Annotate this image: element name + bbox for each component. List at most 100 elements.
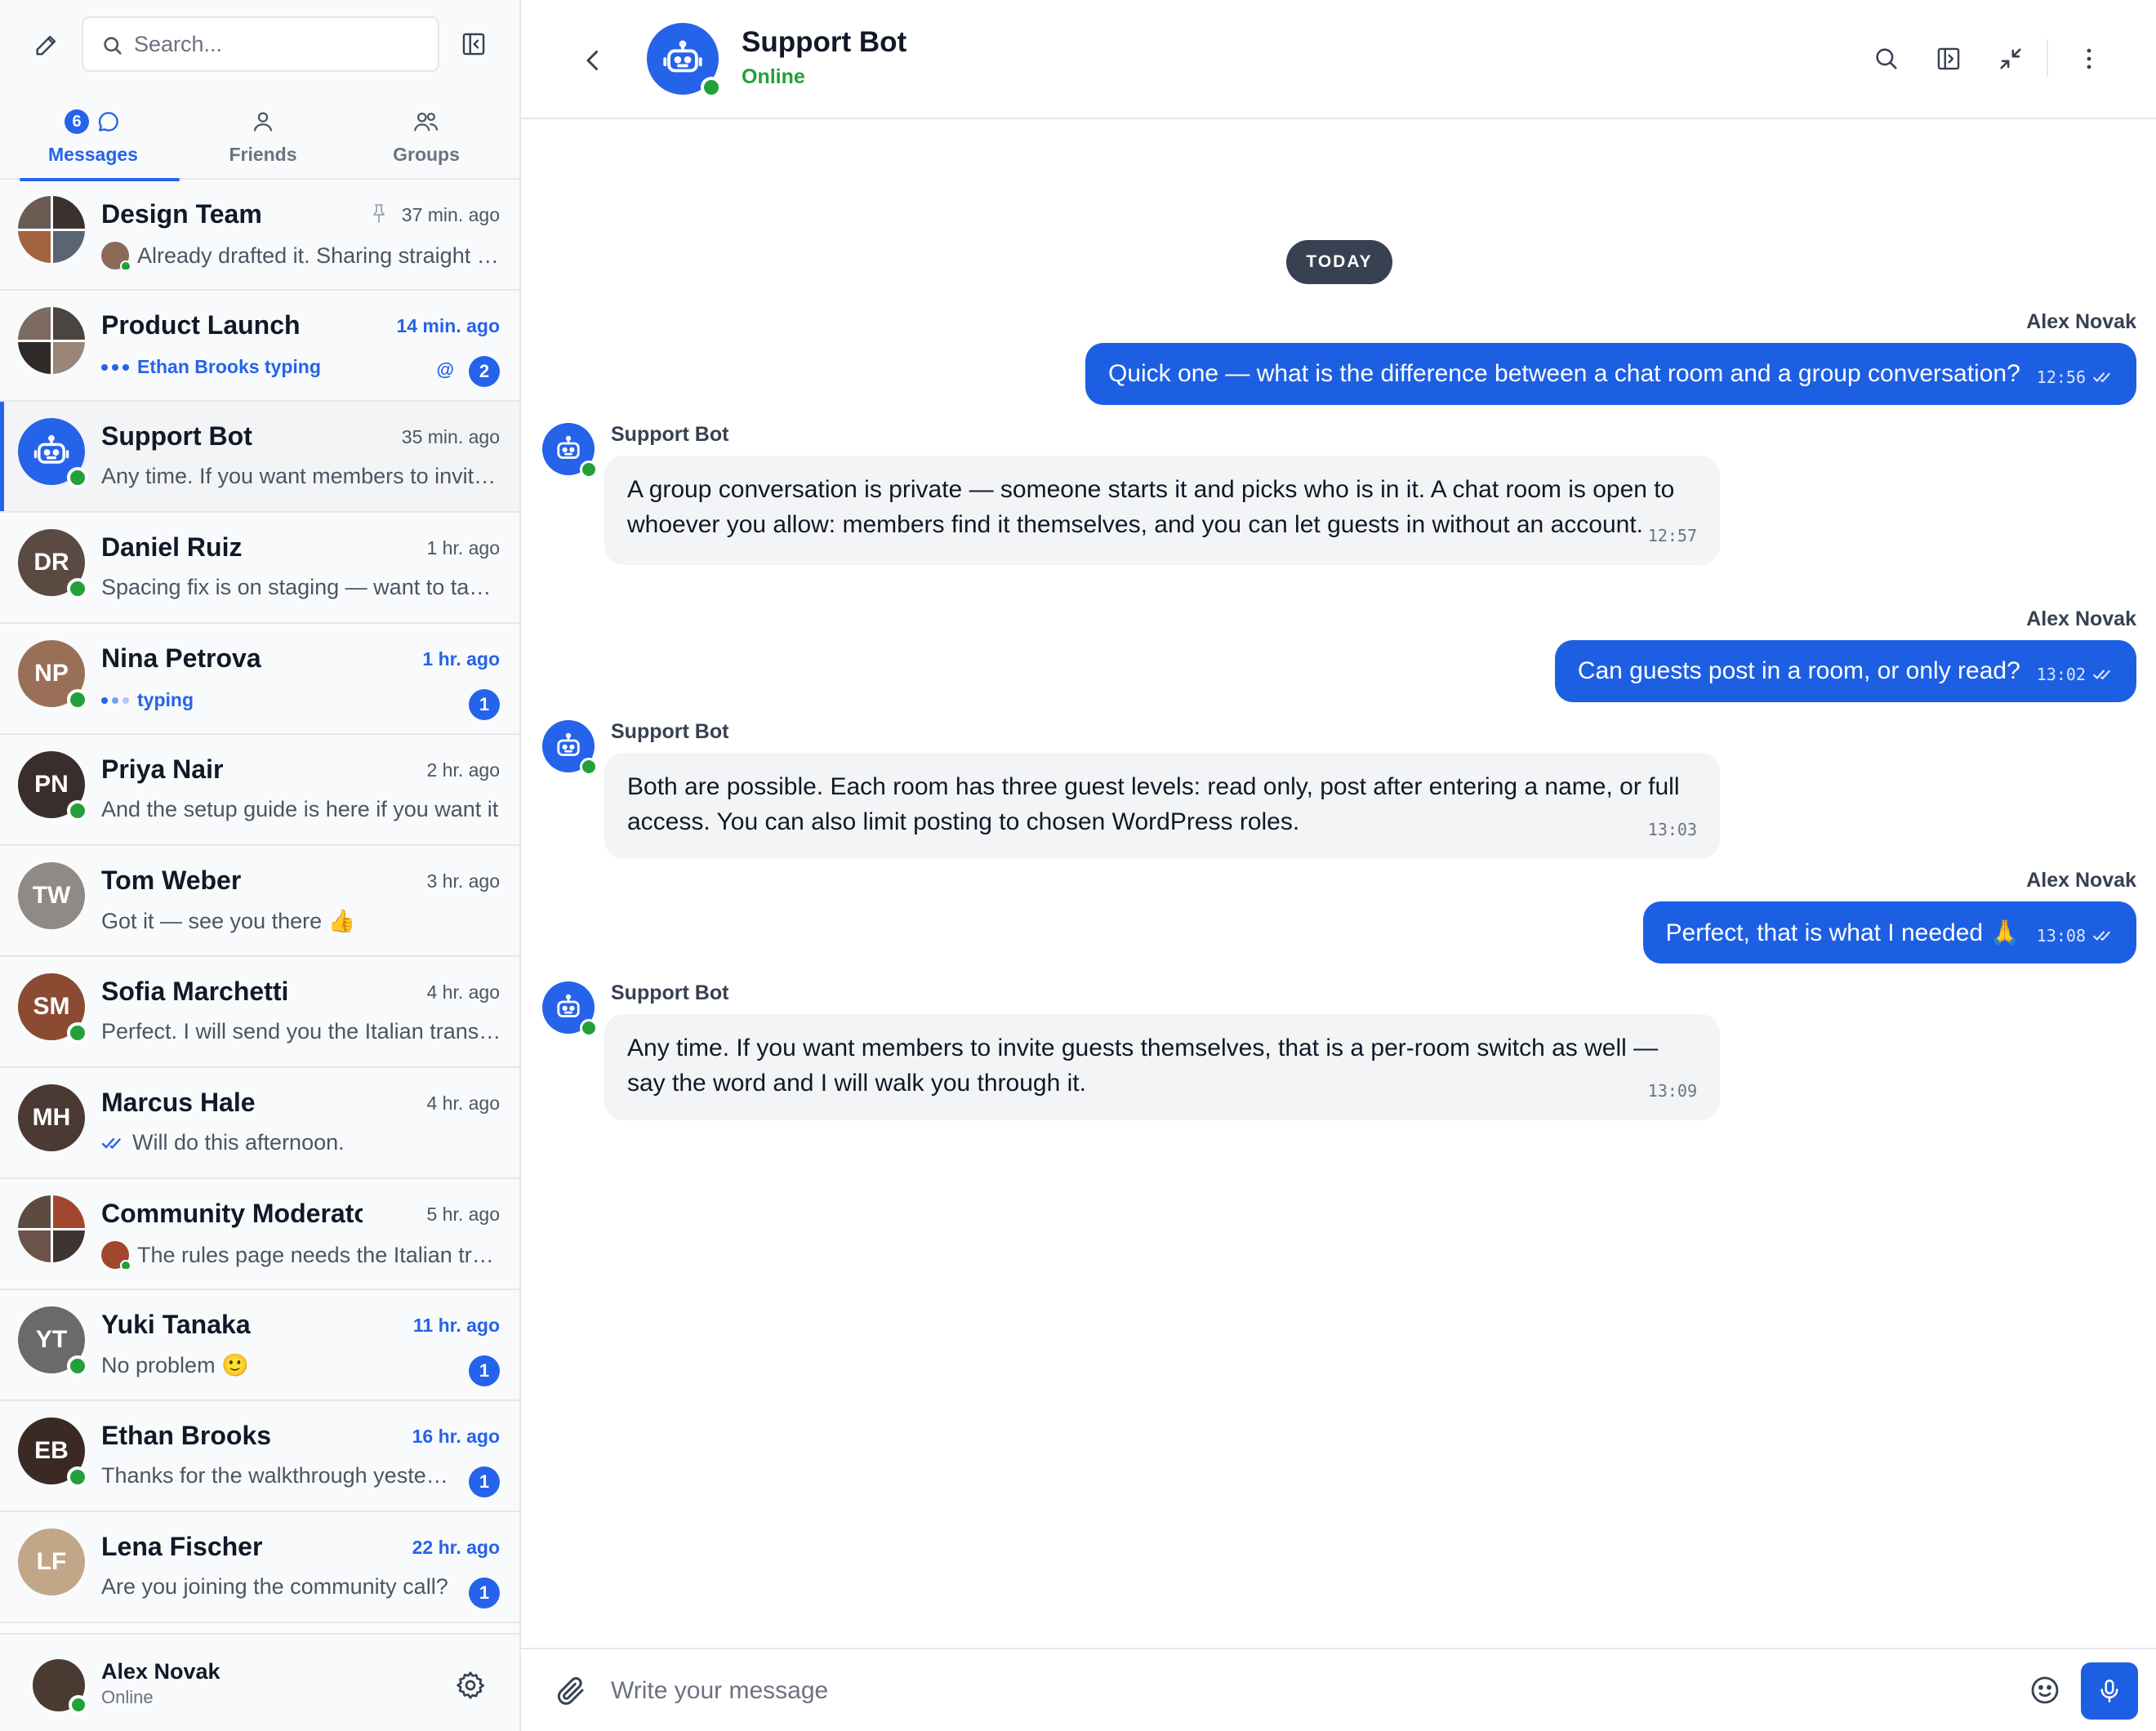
message-sender: Support Bot	[611, 720, 729, 743]
preview-text: No problem 🙂	[101, 1353, 249, 1377]
conversation-time: 22 hr. ago	[412, 1537, 500, 1558]
bot-avatar[interactable]	[647, 23, 722, 98]
message-meta: 12:56	[2037, 367, 2114, 387]
online-status-dot	[67, 578, 88, 599]
paperclip-icon[interactable]	[554, 1674, 588, 1708]
more-vertical-icon	[2087, 48, 2091, 69]
online-status-dot	[69, 1695, 88, 1715]
settings-gear-icon[interactable]	[454, 1669, 487, 1702]
unread-count-badge: 1	[469, 1466, 500, 1497]
preview-text: Got it — see you there 👍	[101, 909, 356, 933]
search-input[interactable]	[134, 24, 428, 64]
conversation-preview: Will do this afternoon.	[101, 1130, 345, 1155]
avatar: TW	[18, 862, 85, 929]
online-status-dot	[67, 1355, 88, 1377]
tab-friends[interactable]: Friends	[180, 96, 346, 180]
conversation-item-lena-fischer[interactable]: LF Lena Fischer 22 hr. ago Are you joini…	[0, 1512, 519, 1623]
conversation-preview: Already drafted it. Sharing straight aft…	[101, 242, 501, 269]
conversation-item-sofia-marchetti[interactable]: SM Sofia Marchetti 4 hr. ago Perfect. I …	[0, 957, 519, 1068]
conversation-time: 14 min. ago	[396, 315, 500, 336]
conversation-item-daniel-ruiz[interactable]: DR Daniel Ruiz 1 hr. ago Spacing fix is …	[0, 513, 519, 624]
conversation-name: Design Team	[101, 199, 262, 229]
voice-message-button[interactable]	[2081, 1662, 2138, 1720]
preview-text: Are you joining the community call?	[101, 1574, 448, 1599]
tab-messages[interactable]: 6 Messages	[10, 96, 180, 181]
group-avatar	[18, 307, 85, 374]
bot-avatar	[542, 720, 598, 776]
message-sender: Alex Novak	[2026, 607, 2136, 630]
message-input[interactable]	[611, 1666, 1673, 1716]
message-text: A group conversation is private — someon…	[627, 476, 1675, 538]
more-options-button[interactable]	[2073, 42, 2105, 75]
group-avatar	[18, 196, 85, 263]
users-icon	[414, 112, 439, 131]
conversation-sidebar: 6 Messages Friends Groups	[0, 0, 521, 1731]
conversation-time: 4 hr. ago	[426, 1092, 500, 1114]
conversation-preview: And the setup guide is here if you want …	[101, 797, 498, 822]
conversation-item-ethan-brooks[interactable]: EB Ethan Brooks 16 hr. ago Thanks for th…	[0, 1401, 519, 1512]
online-status-dot	[67, 1466, 88, 1488]
preview-text: Spacing fix is on staging — want to take…	[101, 575, 501, 599]
search-icon	[104, 37, 122, 55]
conversation-name: Priya Nair	[101, 754, 224, 784]
conversation-preview: The rules page needs the Italian transla…	[101, 1241, 501, 1269]
chat-header: Support Bot Online	[521, 0, 2156, 119]
search-field[interactable]	[82, 16, 439, 72]
current-user-panel: Alex Novak Online	[0, 1633, 519, 1731]
conversation-item-design-team[interactable]: Design Team 37 min. ago Already drafted …	[0, 180, 519, 291]
conversation-time: 1 hr. ago	[426, 537, 500, 558]
conversation-item-nina-petrova[interactable]: NP Nina Petrova 1 hr. ago typing 1	[0, 624, 519, 735]
conversation-preview: Any time. If you want members to invite …	[101, 464, 501, 489]
conversation-item-tom-weber[interactable]: TW Tom Weber 3 hr. ago Got it — see you …	[0, 846, 519, 957]
pencil-icon	[36, 35, 56, 56]
robot-icon	[557, 732, 580, 756]
toggle-info-panel-button[interactable]	[1932, 42, 1965, 75]
minimize-button[interactable]	[1994, 42, 2027, 75]
search-chat-button[interactable]	[1870, 42, 1903, 75]
read-receipt-icon	[2093, 931, 2110, 941]
collapse-sidebar-button[interactable]	[457, 28, 490, 60]
outgoing-message[interactable]: Can guests post in a room, or only read?…	[1554, 640, 2136, 702]
incoming-message[interactable]: Both are possible. Each room has three g…	[604, 753, 1720, 859]
sidebar-collapse-icon	[462, 33, 485, 56]
conversation-name: Daniel Ruiz	[101, 532, 243, 562]
sidebar-tabs: 6 Messages Friends Groups	[0, 96, 519, 181]
new-message-button[interactable]	[28, 26, 65, 64]
conversation-preview: Got it — see you there 👍	[101, 908, 355, 934]
conversation-time: 3 hr. ago	[426, 870, 500, 892]
conversation-item-priya-nair[interactable]: PN Priya Nair 2 hr. ago And the setup gu…	[0, 735, 519, 846]
preview-text: Already drafted it. Sharing straight aft…	[137, 243, 501, 268]
conversation-preview: No problem 🙂	[101, 1352, 249, 1378]
preview-text: Perfect. I will send you the Italian tra…	[101, 1019, 501, 1043]
conversation-item-support-bot[interactable]: Support Bot 35 min. ago Any time. If you…	[0, 402, 519, 513]
typing-dots-icon	[101, 363, 129, 371]
unread-messages-badge: 6	[65, 109, 89, 134]
conversation-name: Support Bot	[101, 421, 252, 451]
conversation-name: Lena Fischer	[101, 1532, 263, 1561]
conversation-item-community-moderators[interactable]: Community Moderators 5 hr. ago The rules…	[0, 1179, 519, 1290]
tab-groups[interactable]: Groups	[343, 96, 510, 180]
outgoing-message[interactable]: Perfect, that is what I needed 🙏 13:08	[1642, 901, 2136, 963]
conversation-item-yuki-tanaka[interactable]: YT Yuki Tanaka 11 hr. ago No problem 🙂 1	[0, 1290, 519, 1401]
outgoing-message[interactable]: Quick one — what is the difference betwe…	[1085, 343, 2136, 405]
emoji-icon[interactable]	[2029, 1674, 2061, 1707]
conversation-item-marcus-hale[interactable]: MH Marcus Hale 4 hr. ago Will do this af…	[0, 1068, 519, 1179]
online-status-dot	[67, 467, 88, 488]
pin-icon	[373, 204, 385, 223]
incoming-message[interactable]: A group conversation is private — someon…	[604, 456, 1720, 565]
robot-icon	[33, 434, 69, 464]
incoming-message[interactable]: Any time. If you want members to invite …	[604, 1014, 1720, 1120]
conversation-list: Design Team 37 min. ago Already drafted …	[0, 180, 519, 1633]
unread-count-badge: 1	[469, 1577, 500, 1609]
my-status: Online	[101, 1687, 154, 1707]
avatar: EB	[18, 1417, 88, 1488]
conversation-time: 11 hr. ago	[412, 1315, 500, 1336]
bot-avatar	[542, 981, 598, 1037]
conversation-name: Product Launch	[101, 310, 301, 340]
message-text: Any time. If you want members to invite …	[627, 1035, 1659, 1097]
conversation-item-product-launch[interactable]: Product Launch 14 min. ago Ethan Brooks …	[0, 291, 519, 402]
my-avatar[interactable]	[33, 1659, 88, 1715]
message-sender: Support Bot	[611, 423, 729, 446]
preview-text: The rules page needs the Italian transla…	[137, 1242, 501, 1267]
back-chevron-icon[interactable]	[578, 46, 608, 75]
